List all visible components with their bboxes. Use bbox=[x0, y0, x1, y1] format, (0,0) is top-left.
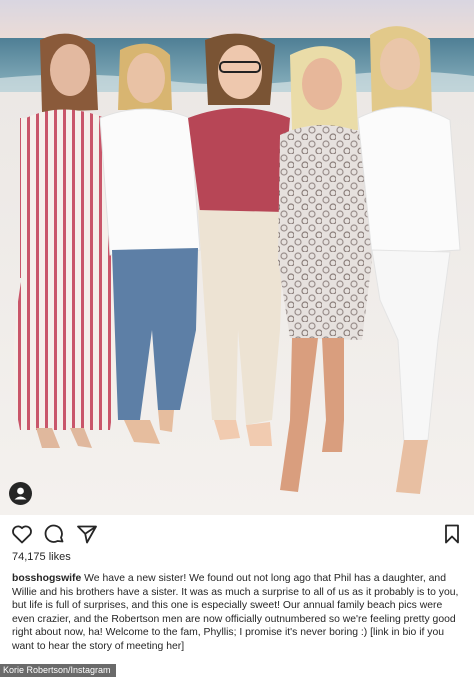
likes-count[interactable]: 74,175 likes bbox=[12, 551, 71, 563]
post-caption: bosshogswife We have a new sister! We fo… bbox=[12, 572, 464, 664]
bookmark-icon[interactable] bbox=[440, 522, 464, 546]
person-tag-icon[interactable] bbox=[9, 482, 32, 505]
heart-icon[interactable] bbox=[10, 522, 34, 546]
photo-credit: Korie Robertson/Instagram bbox=[0, 664, 116, 677]
post-photo bbox=[0, 0, 474, 515]
caption-username[interactable]: bosshogswife bbox=[12, 573, 81, 584]
post-actions bbox=[0, 515, 474, 551]
send-icon[interactable] bbox=[75, 522, 99, 546]
caption-text: We have a new sister! We found out not l… bbox=[12, 573, 459, 652]
comment-icon[interactable] bbox=[42, 522, 66, 546]
